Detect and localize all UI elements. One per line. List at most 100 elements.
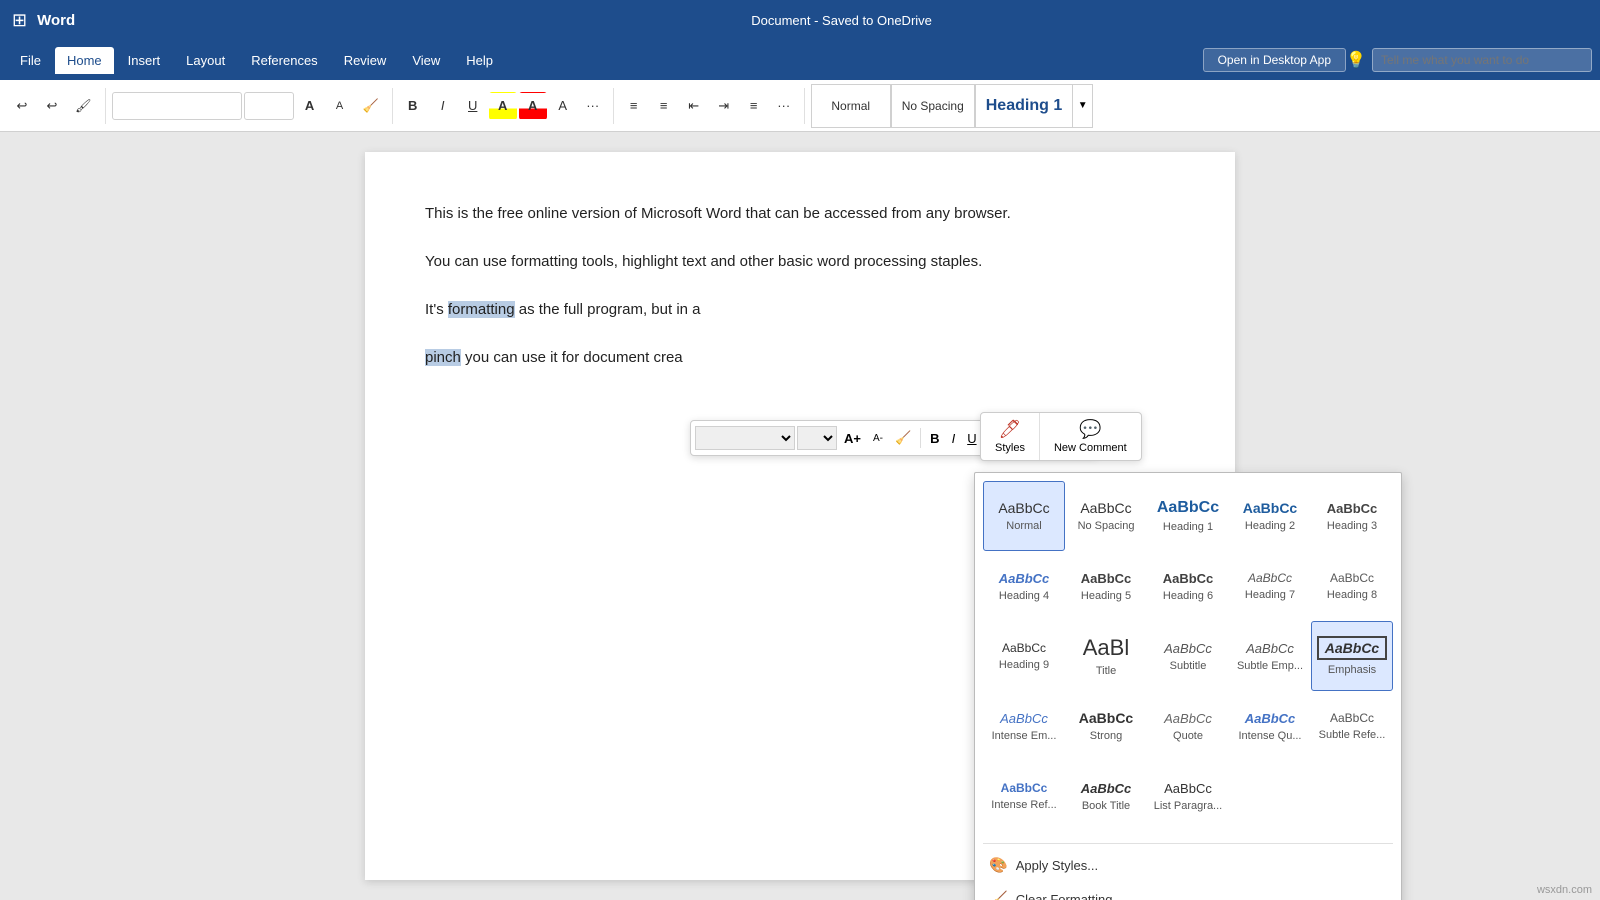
mini-clear-button[interactable]: 🧹 — [890, 425, 916, 451]
font-name-selector[interactable] — [112, 92, 242, 120]
mini-size-selector[interactable] — [797, 426, 837, 450]
clear-format-button[interactable]: A — [549, 92, 577, 120]
styles-group: Normal No Spacing Heading 1 ▼ — [811, 84, 1094, 128]
font-color-button[interactable]: A — [519, 92, 547, 120]
style-item-subtlerefe...[interactable]: AaBbCcSubtle Refe... — [1311, 691, 1393, 761]
styles-grid: AaBbCcNormalAaBbCcNo SpacingAaBbCcHeadin… — [975, 473, 1401, 839]
lightbulb-icon: 💡 — [1348, 50, 1364, 70]
styles-newcomment-panel: 🖊 Styles 💬 New Comment — [980, 412, 1142, 461]
redo-button[interactable]: ↩ — [38, 92, 66, 120]
mini-italic-button[interactable]: I — [947, 425, 961, 451]
toolbar: ↩ ↩ 🖌 A A 🧹 B I U A A A ··· ≡ ≡ ⇤ ⇥ ≡ ··… — [0, 80, 1600, 132]
menu-file[interactable]: File — [8, 47, 53, 74]
style-item-intensequ...[interactable]: AaBbCcIntense Qu... — [1229, 691, 1311, 761]
style-item-subtitle[interactable]: AaBbCcSubtitle — [1147, 621, 1229, 691]
watermark: wsxdn.com — [1537, 884, 1592, 896]
font-size-selector[interactable] — [244, 92, 294, 120]
bold-button[interactable]: B — [399, 92, 427, 120]
align-button[interactable]: ≡ — [740, 92, 768, 120]
undo-group: ↩ ↩ 🖌 — [8, 88, 106, 124]
style-item-listparagra...[interactable]: AaBbCcList Paragra... — [1147, 761, 1229, 831]
more-para-button[interactable]: ··· — [770, 92, 798, 120]
italic-button[interactable]: I — [429, 92, 457, 120]
new-comment-label: New Comment — [1054, 442, 1127, 454]
mini-grow-button[interactable]: A+ — [839, 425, 866, 451]
style-no-spacing[interactable]: No Spacing — [891, 84, 975, 128]
menu-view[interactable]: View — [400, 47, 452, 74]
mini-font-selector[interactable] — [695, 426, 795, 450]
menu-references[interactable]: References — [239, 47, 329, 74]
style-item-heading9[interactable]: AaBbCcHeading 9 — [983, 621, 1065, 691]
para3-end: as the full program, but in a — [515, 301, 701, 318]
style-heading1[interactable]: Heading 1 — [975, 84, 1073, 128]
style-item-heading7[interactable]: AaBbCcHeading 7 — [1229, 551, 1311, 621]
style-item-heading4[interactable]: AaBbCcHeading 4 — [983, 551, 1065, 621]
styles-panel-button[interactable]: 🖊 Styles — [981, 413, 1040, 460]
style-item-heading5[interactable]: AaBbCcHeading 5 — [1065, 551, 1147, 621]
style-item-intenseem...[interactable]: AaBbCcIntense Em... — [983, 691, 1065, 761]
styles-icon: 🖊 — [999, 419, 1022, 440]
menu-home[interactable]: Home — [55, 47, 114, 74]
style-normal[interactable]: Normal — [811, 84, 891, 128]
app-name: Word — [37, 12, 75, 29]
style-item-nospacing[interactable]: AaBbCcNo Spacing — [1065, 481, 1147, 551]
style-item-heading1[interactable]: AaBbCcHeading 1 — [1147, 481, 1229, 551]
style-item-normal[interactable]: AaBbCcNormal — [983, 481, 1065, 551]
mini-bold-button[interactable]: B — [925, 425, 944, 451]
clear-format-icon[interactable]: 🧹 — [356, 92, 386, 120]
menu-review[interactable]: Review — [332, 47, 399, 74]
style-item-heading3[interactable]: AaBbCcHeading 3 — [1311, 481, 1393, 551]
grow-font-button[interactable]: A — [296, 92, 324, 120]
tell-me-input[interactable] — [1372, 48, 1592, 72]
format-painter-button[interactable]: 🖌 — [68, 92, 99, 120]
clear-formatting-action[interactable]: 🧹 Clear Formatting — [975, 882, 1401, 900]
para-2: You can use formatting tools, highlight … — [425, 250, 1175, 274]
increase-indent-button[interactable]: ⇥ — [710, 92, 738, 120]
para3-selected: formatting — [448, 301, 515, 318]
title-bar: ⊞ Word Document - Saved to OneDrive — [0, 0, 1600, 40]
mini-shrink-button[interactable]: A- — [868, 425, 888, 451]
style-item-quote[interactable]: AaBbCcQuote — [1147, 691, 1229, 761]
highlight-button[interactable]: A — [489, 92, 517, 120]
para4-end: you can use it for document crea — [461, 349, 683, 366]
style-item-heading2[interactable]: AaBbCcHeading 2 — [1229, 481, 1311, 551]
para-3: It's formatting as the full program, but… — [425, 298, 1175, 322]
apply-styles-label: Apply Styles... — [1016, 858, 1098, 873]
style-item-title[interactable]: AaBlTitle — [1065, 621, 1147, 691]
para-group: ≡ ≡ ⇤ ⇥ ≡ ··· — [620, 88, 805, 124]
underline-button[interactable]: U — [459, 92, 487, 120]
style-item-heading6[interactable]: AaBbCcHeading 6 — [1147, 551, 1229, 621]
style-item-booktitle[interactable]: AaBbCcBook Title — [1065, 761, 1147, 831]
style-item-intenseref...[interactable]: AaBbCcIntense Ref... — [983, 761, 1065, 831]
apply-styles-icon: 🎨 — [989, 856, 1008, 874]
menu-layout[interactable]: Layout — [174, 47, 237, 74]
style-item-subtleemp...[interactable]: AaBbCcSubtle Emp... — [1229, 621, 1311, 691]
document-page: This is the free online version of Micro… — [365, 152, 1235, 880]
document-area: This is the free online version of Micro… — [0, 132, 1600, 900]
clear-formatting-icon: 🧹 — [989, 890, 1008, 900]
clear-formatting-label: Clear Formatting — [1016, 892, 1113, 900]
decrease-indent-button[interactable]: ⇤ — [680, 92, 708, 120]
styles-divider — [983, 843, 1393, 844]
undo-button[interactable]: ↩ — [8, 92, 36, 120]
format-group: B I U A A A ··· — [399, 88, 614, 124]
style-item-emphasis[interactable]: AaBbCcEmphasis — [1311, 621, 1393, 691]
styles-expand-button[interactable]: ▼ — [1073, 84, 1093, 128]
bullets-button[interactable]: ≡ — [620, 92, 648, 120]
styles-label: Styles — [995, 442, 1025, 454]
para4-start: pinch — [425, 349, 461, 366]
mini-underline-button[interactable]: U — [962, 425, 981, 451]
menu-help[interactable]: Help — [454, 47, 505, 74]
document-title: Document - Saved to OneDrive — [95, 13, 1588, 28]
apply-styles-action[interactable]: 🎨 Apply Styles... — [975, 848, 1401, 882]
new-comment-button[interactable]: 💬 New Comment — [1040, 413, 1141, 460]
open-desktop-button[interactable]: Open in Desktop App — [1203, 48, 1346, 72]
waffle-icon[interactable]: ⊞ — [12, 10, 27, 31]
more-format-button[interactable]: ··· — [579, 92, 607, 120]
menu-insert[interactable]: Insert — [116, 47, 173, 74]
numbering-button[interactable]: ≡ — [650, 92, 678, 120]
style-item-strong[interactable]: AaBbCcStrong — [1065, 691, 1147, 761]
style-item-heading8[interactable]: AaBbCcHeading 8 — [1311, 551, 1393, 621]
para3-start: It's — [425, 301, 448, 318]
shrink-font-button[interactable]: A — [326, 92, 354, 120]
